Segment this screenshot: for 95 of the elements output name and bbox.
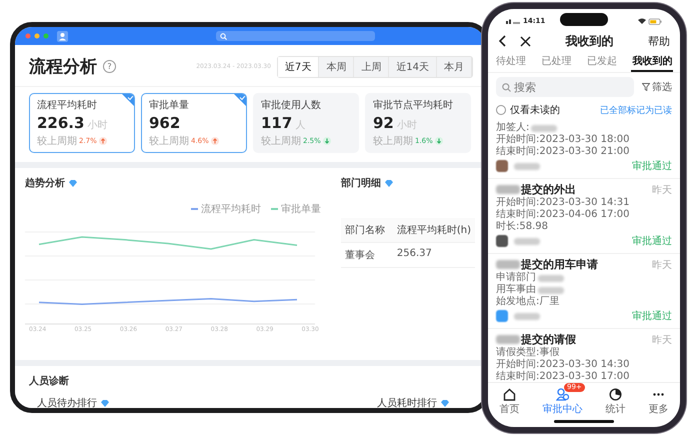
section-title: 人员诊断 bbox=[29, 374, 70, 388]
diamond-icon bbox=[101, 400, 109, 406]
range-tab[interactable]: 本周 bbox=[319, 56, 354, 76]
item-detail: 请假类型:事假 bbox=[496, 347, 560, 358]
item-detail: 开始时间:2023-03-30 18:00 bbox=[496, 134, 630, 146]
home-icon bbox=[503, 388, 516, 401]
metric-value: 226.3 bbox=[37, 114, 84, 132]
blurred-text bbox=[496, 260, 520, 269]
nav-item[interactable]: 首页 bbox=[500, 383, 520, 416]
blurred-text bbox=[538, 274, 564, 282]
metric-label: 审批使用人数 bbox=[261, 98, 322, 112]
camera-notch bbox=[560, 13, 608, 26]
screen-title: 我收到的 bbox=[564, 32, 614, 50]
compare-label: 较上周期 bbox=[37, 134, 77, 148]
ranking-title: 人员待办排行 bbox=[37, 396, 97, 408]
metric-value: 92 bbox=[373, 114, 394, 132]
range-tab[interactable]: 上周 bbox=[354, 56, 390, 76]
range-tab[interactable]: 近14天 bbox=[389, 56, 437, 76]
item-detail: 用车事由 bbox=[496, 284, 536, 296]
metric-label: 审批单量 bbox=[149, 98, 190, 112]
radio-button[interactable] bbox=[496, 105, 506, 115]
people-icon bbox=[556, 388, 569, 401]
diamond-icon bbox=[441, 400, 449, 406]
status-label: 审批通过 bbox=[632, 160, 672, 173]
item-detail: 结束时间:2023-03-30 17:00 bbox=[496, 371, 630, 382]
blurred-text bbox=[496, 335, 520, 344]
tab[interactable]: 待处理 bbox=[494, 52, 527, 72]
item-date: 昨天 bbox=[652, 258, 672, 272]
item-title[interactable]: 提交的请假 bbox=[521, 332, 576, 347]
item-detail: 开始时间:2023-03-30 14:31 bbox=[496, 197, 630, 208]
blurred-text bbox=[531, 124, 558, 132]
back-icon[interactable] bbox=[498, 35, 506, 47]
search-icon bbox=[220, 32, 227, 40]
item-detail: 结束时间:2023-04-06 17:00 bbox=[496, 209, 630, 220]
metric-label: 流程平均耗时 bbox=[37, 98, 98, 112]
window-controls-icon[interactable] bbox=[25, 33, 49, 39]
help-link[interactable]: 帮助 bbox=[648, 34, 670, 48]
column-header: 部门名称 bbox=[344, 224, 386, 237]
check-corner-icon bbox=[234, 94, 246, 106]
section-title: 部门明细 bbox=[340, 176, 381, 190]
metric-value: 117 bbox=[261, 114, 292, 132]
metric-label: 审批节点平均耗时 bbox=[373, 98, 454, 112]
range-tab[interactable]: 近7天 bbox=[278, 56, 320, 76]
item-title[interactable]: 提交的用车申请 bbox=[521, 257, 598, 272]
item-title[interactable]: 提交的外出 bbox=[521, 182, 576, 197]
range-tab[interactable]: 本月 bbox=[437, 56, 472, 76]
battery-icon bbox=[636, 18, 662, 24]
compare-label: 较上周期 bbox=[149, 134, 189, 148]
item-detail: 时长:58.98 bbox=[496, 221, 548, 233]
home-indicator bbox=[554, 420, 614, 423]
legend-item: 审批单量 bbox=[270, 202, 321, 216]
blurred-text bbox=[514, 312, 540, 320]
status-label: 审批通过 bbox=[632, 234, 672, 248]
nav-item[interactable]: 更多 bbox=[648, 383, 668, 416]
blurred-text bbox=[496, 185, 520, 194]
nav-item[interactable]: 统计 bbox=[606, 383, 626, 416]
diamond-icon bbox=[384, 180, 393, 186]
diamond-icon bbox=[69, 180, 77, 186]
compare-label: 较上周期 bbox=[373, 134, 413, 148]
legend-item: 流程平均耗时 bbox=[190, 202, 261, 216]
item-detail: 始发地点:厂里 bbox=[496, 296, 560, 308]
item-detail: 结束时间:2023-03-30 21:00 bbox=[496, 146, 630, 158]
signal-icon bbox=[506, 18, 520, 24]
blurred-text bbox=[514, 238, 540, 244]
user-icon[interactable] bbox=[57, 30, 68, 42]
item-detail: 申请部门 bbox=[496, 272, 536, 284]
check-corner-icon bbox=[122, 94, 134, 106]
tab[interactable]: 我收到的 bbox=[631, 52, 674, 72]
filter-icon bbox=[642, 83, 650, 91]
close-icon[interactable] bbox=[520, 36, 531, 46]
compare-label: 较上周期 bbox=[261, 134, 301, 148]
tab[interactable]: 已发起 bbox=[586, 52, 618, 72]
metric-unit: 小时 bbox=[87, 118, 108, 132]
filter-button[interactable]: 筛选 bbox=[642, 80, 672, 94]
search-field[interactable]: 搜索 bbox=[496, 77, 634, 97]
blurred-text bbox=[514, 162, 540, 170]
item-detail: 开始时间:2023-03-30 14:30 bbox=[496, 359, 630, 370]
pie-chart-icon bbox=[609, 388, 622, 401]
item-date: 昨天 bbox=[652, 334, 672, 346]
item-date: 昨天 bbox=[652, 184, 672, 196]
status-label: 审批通过 bbox=[632, 310, 672, 323]
blurred-text bbox=[538, 286, 564, 294]
section-title: 趋势分析 bbox=[25, 176, 65, 190]
search-icon bbox=[502, 82, 511, 92]
search-field[interactable] bbox=[216, 31, 375, 41]
help-button[interactable]: ? bbox=[103, 60, 116, 73]
radio-label: 仅看未读的 bbox=[510, 104, 560, 117]
metric-value: 962 bbox=[149, 114, 180, 132]
table-cell-text: 256.37 bbox=[396, 248, 433, 261]
table-cell-text: 董事会 bbox=[344, 248, 376, 262]
tab[interactable]: 已处理 bbox=[540, 52, 572, 72]
ranking-title: 人员耗时排行 bbox=[377, 396, 437, 408]
page-title: 流程分析 bbox=[29, 56, 97, 78]
column-header: 流程平均耗时(h) bbox=[396, 224, 471, 237]
item-detail: 加签人: bbox=[496, 122, 530, 134]
